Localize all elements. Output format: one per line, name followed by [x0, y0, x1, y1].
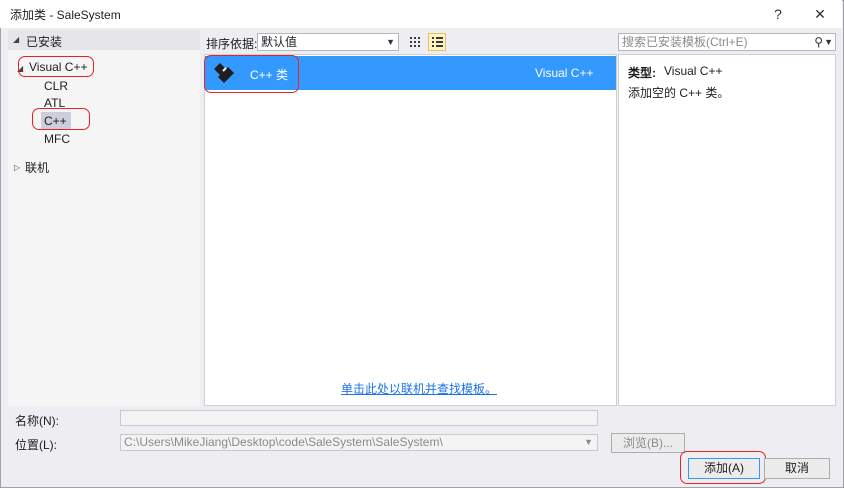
browse-button[interactable]: 浏览(B)...: [611, 433, 685, 453]
online-templates-link[interactable]: 单击此处以联机并查找模板。: [341, 380, 497, 397]
list-view-button[interactable]: [428, 33, 446, 51]
tree-item-online[interactable]: 联机: [25, 159, 49, 176]
highlight-oval: [204, 55, 299, 93]
chevron-down-icon: ▼: [824, 37, 833, 47]
search-installed-templates[interactable]: 搜索已安装模板(Ctrl+E) ⚲ ▼: [618, 33, 836, 51]
highlight-oval: [32, 108, 90, 130]
location-value: C:\Users\MikeJiang\Desktop\code\SaleSyst…: [124, 435, 443, 449]
tree-installed-header[interactable]: ◢ 已安装: [8, 30, 200, 50]
template-list: [204, 54, 617, 406]
chevron-down-icon: ▼: [584, 437, 593, 447]
search-icon: ⚲: [814, 35, 823, 49]
type-label: 类型:: [628, 66, 656, 80]
expand-right-icon: ▷: [14, 163, 21, 172]
help-button[interactable]: ?: [766, 4, 790, 24]
template-details: [618, 54, 836, 406]
sort-selected-value: 默认值: [261, 35, 298, 49]
grid-view-icon: [410, 37, 420, 47]
sort-select[interactable]: 默认值 ▼: [257, 33, 399, 51]
close-button[interactable]: ✕: [808, 4, 832, 24]
expand-down-icon: ◢: [13, 35, 20, 44]
list-view-icon: [432, 37, 443, 47]
name-label: 名称(N):: [15, 414, 59, 428]
tree-item-mfc[interactable]: MFC: [44, 132, 70, 146]
highlight-oval: [680, 451, 766, 484]
template-category: Visual C++: [535, 66, 594, 80]
name-input[interactable]: [120, 410, 598, 426]
category-tree: [8, 30, 200, 406]
tree-item-clr[interactable]: CLR: [44, 79, 68, 93]
highlight-oval: [18, 56, 94, 77]
location-select[interactable]: C:\Users\MikeJiang\Desktop\code\SaleSyst…: [120, 434, 598, 451]
cancel-button[interactable]: 取消: [764, 458, 830, 479]
location-label: 位置(L):: [15, 438, 58, 452]
type-value: Visual C++: [664, 64, 723, 78]
template-description: 添加空的 C++ 类。: [628, 86, 730, 100]
title-bar: 添加类 - SaleSystem ? ✕: [0, 0, 842, 28]
search-placeholder: 搜索已安装模板(Ctrl+E): [622, 35, 748, 49]
chevron-down-icon: ▼: [386, 37, 395, 47]
grid-view-button[interactable]: [406, 33, 424, 51]
sort-label: 排序依据:: [206, 37, 258, 51]
window-title: 添加类 - SaleSystem: [10, 8, 121, 22]
tree-installed-label: 已安装: [26, 35, 63, 49]
